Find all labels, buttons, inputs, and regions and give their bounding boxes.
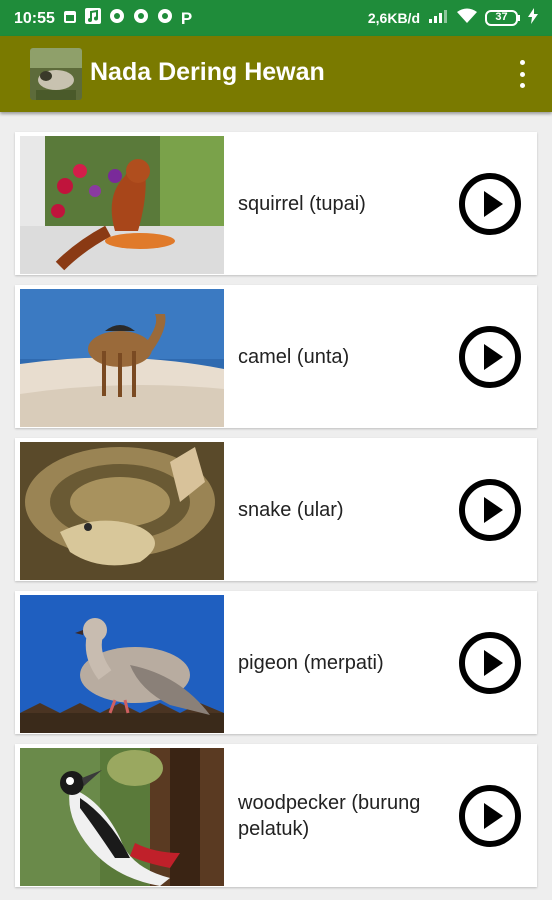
play-button[interactable] [458,325,522,389]
status-right: 2,6KB/d 37 [368,8,538,27]
list-item[interactable]: snake (ular) [15,438,537,581]
play-icon [459,631,521,694]
status-bar: 10:55 P 2,6KB/d 37 [0,0,552,36]
battery-icon: 37 [485,9,521,26]
woodpecker-image [20,748,224,886]
play-icon [459,478,521,541]
list-item[interactable]: pigeon (merpati) [15,591,537,734]
app-logo [30,48,82,100]
charging-icon [528,8,538,27]
list-item[interactable]: camel (unta) [15,285,537,428]
music-icon [84,8,101,29]
play-button[interactable] [458,478,522,542]
wifi-icon [456,8,478,27]
signal-icon [427,9,449,26]
status-time: 10:55 [14,9,55,27]
play-button[interactable] [458,784,522,848]
app-bar: Nada Dering Hewan [0,36,552,112]
chrome-icon [133,8,149,29]
animal-label: pigeon (merpati) [238,651,384,674]
list-item[interactable]: woodpecker (burung pelatuk) [15,744,537,887]
chrome-icon [157,8,173,29]
squirrel-image [20,136,224,274]
p-icon: P [180,8,193,28]
pigeon-image [20,595,224,733]
animal-label: snake (ular) [238,498,344,521]
play-button[interactable] [458,172,522,236]
list-item[interactable]: squirrel (tupai) [15,132,537,275]
play-button[interactable] [458,631,522,695]
play-icon [459,172,521,235]
animal-label: woodpecker (burung pelatuk) [238,791,421,840]
camel-image [20,289,224,427]
status-left: 10:55 P [14,8,192,29]
battery-level: 37 [495,10,508,23]
play-icon [459,784,521,847]
net-speed: 2,6KB/d [367,9,420,26]
snake-image [20,442,224,580]
chrome-icon [109,8,125,29]
play-icon [459,325,521,388]
calendar-icon [63,9,77,29]
animal-label: camel (unta) [238,345,350,368]
more-vert-icon[interactable] [510,60,534,88]
animal-label: squirrel (tupai) [238,192,366,215]
app-title: Nada Dering Hewan [90,58,325,86]
